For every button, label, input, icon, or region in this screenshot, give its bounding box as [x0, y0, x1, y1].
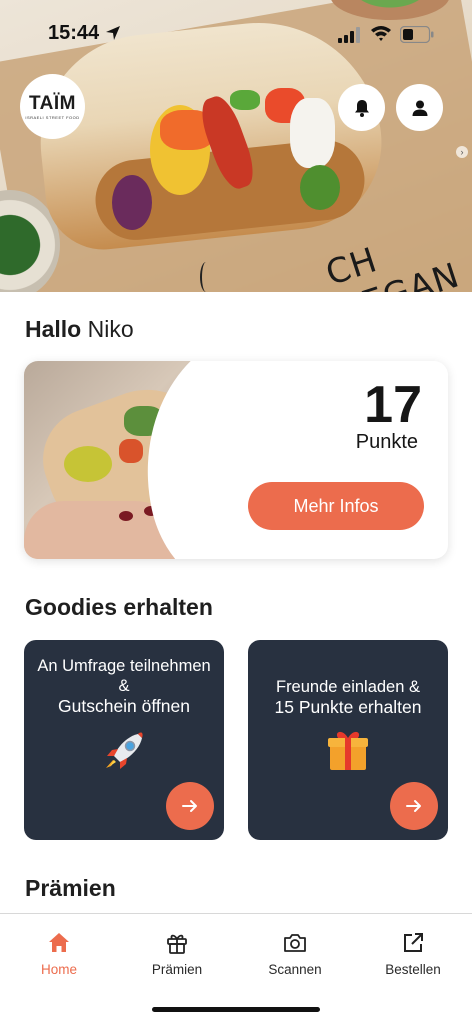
wifi-icon	[371, 26, 391, 41]
rewards-title: Prämien	[25, 875, 116, 901]
rocket-icon	[24, 726, 224, 783]
bell-icon	[354, 99, 369, 117]
goodie-card-referral[interactable]: Freunde einladen & 15 Punkte erhalten	[248, 640, 448, 840]
brand-logo: TAÏM ISRAELI STREET FOOD	[20, 74, 85, 139]
goodie-survey-arrow-button[interactable]	[166, 782, 214, 830]
cellular-signal-icon	[338, 27, 360, 43]
points-unit: Punkte	[355, 431, 418, 453]
tab-order-label: Bestellen	[385, 962, 441, 977]
goodie-survey-line3: Gutschein öffnen	[58, 696, 190, 716]
camera-icon	[284, 934, 306, 952]
location-arrow-icon	[106, 26, 120, 40]
external-link-icon	[404, 933, 423, 952]
arrow-right-icon	[406, 800, 421, 812]
more-info-button[interactable]: Mehr Infos	[248, 482, 424, 530]
logo-text: TAÏM	[28, 92, 77, 114]
arrow-right-icon	[182, 800, 197, 812]
goodie-referral-line1: Freunde einladen &	[275, 678, 421, 696]
goodie-referral-line2: 15 Punkte erhalten	[274, 697, 422, 717]
user-icon	[412, 100, 427, 116]
carousel-next-icon[interactable]: ›	[456, 146, 468, 158]
gift-emoji-icon	[248, 726, 448, 779]
status-bar: 15:44	[0, 0, 472, 70]
points-value: 17	[364, 376, 422, 434]
tab-order[interactable]: Bestellen	[368, 930, 458, 977]
gift-icon	[167, 934, 187, 954]
home-icon	[49, 933, 69, 952]
goodie-survey-line2: &	[118, 677, 130, 695]
goodie-referral-arrow-button[interactable]	[390, 782, 438, 830]
greeting-name: Niko	[87, 316, 134, 342]
status-time: 15:44	[48, 22, 100, 44]
profile-button[interactable]	[396, 84, 443, 131]
tab-rewards[interactable]: Prämien	[132, 930, 222, 977]
points-card: 17 Punkte Mehr Infos	[24, 361, 448, 559]
tab-home-label: Home	[40, 962, 77, 977]
goodie-card-survey[interactable]: An Umfrage teilnehmen & Gutschein öffnen	[24, 640, 224, 840]
tab-scan[interactable]: Scannen	[250, 930, 340, 977]
notifications-button[interactable]	[338, 84, 385, 131]
home-indicator[interactable]	[152, 1007, 320, 1012]
battery-icon	[400, 26, 434, 43]
logo-subtext: ISRAELI STREET FOOD	[25, 114, 80, 120]
tab-home[interactable]: Home	[14, 930, 104, 977]
goodie-survey-line1: An Umfrage teilnehmen	[37, 657, 211, 675]
greeting-prefix: Hallo	[25, 316, 82, 342]
goodies-title: Goodies erhalten	[25, 594, 213, 620]
greeting: Hallo Niko	[25, 316, 134, 343]
tab-scan-label: Scannen	[268, 962, 322, 977]
tab-rewards-label: Prämien	[151, 962, 203, 977]
